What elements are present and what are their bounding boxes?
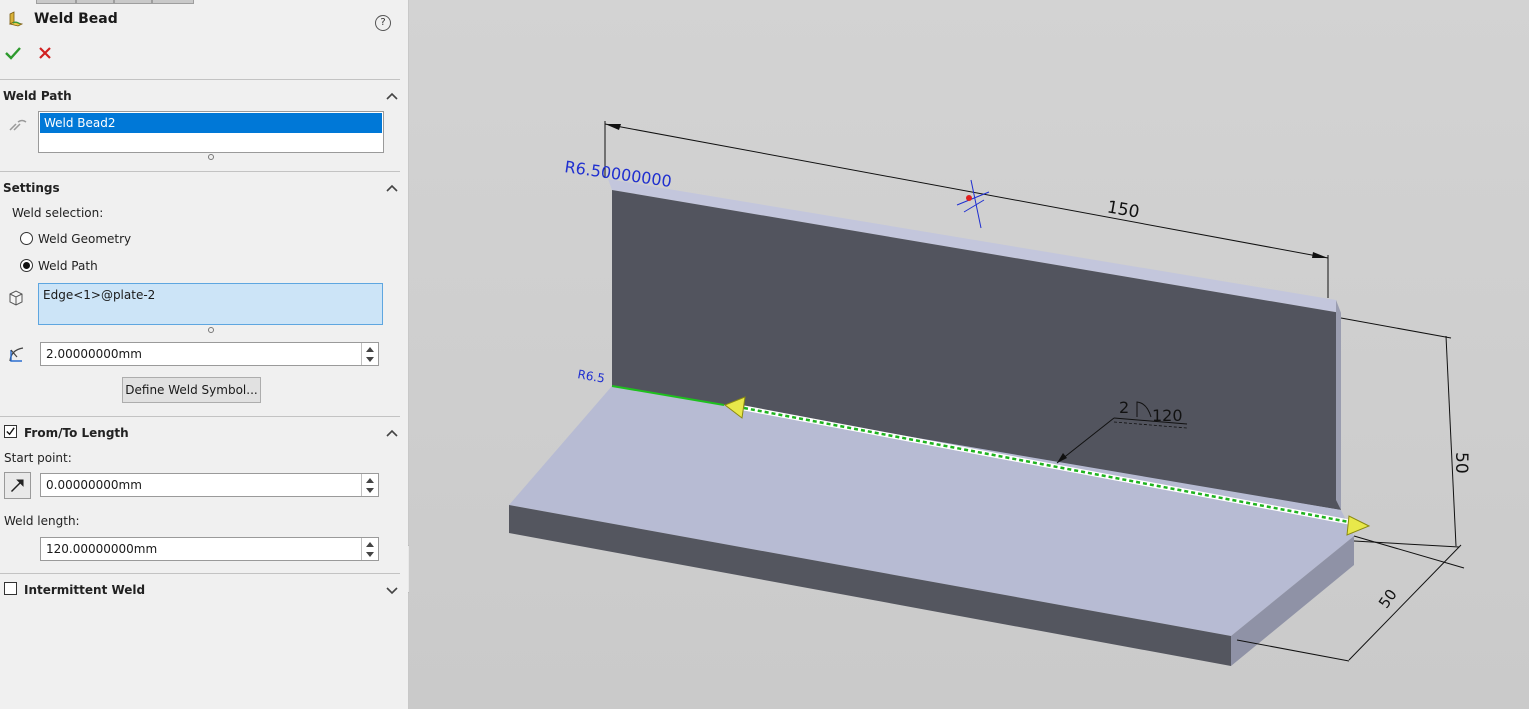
end-drag-arrow-icon[interactable] — [1346, 515, 1371, 536]
start-point-reverse-button[interactable] — [4, 472, 31, 499]
from-to-length-checkbox[interactable] — [4, 425, 17, 438]
collapse-chevron-up-icon[interactable] — [386, 428, 398, 438]
extension-line — [1340, 317, 1452, 339]
weld-length-input[interactable]: 120.00000000mm — [40, 537, 379, 561]
checkmark-icon — [6, 427, 15, 436]
origin-axis — [970, 179, 982, 229]
tab-property-manager[interactable] — [76, 0, 114, 4]
list-resize-grip[interactable] — [208, 154, 214, 160]
expand-chevron-down-icon[interactable] — [386, 585, 398, 595]
extension-line — [1353, 535, 1465, 569]
weld-selection-label: Weld selection: — [12, 206, 104, 220]
section-title-weld-path: Weld Path — [3, 89, 72, 103]
section-title-intermittent-weld[interactable]: Intermittent Weld — [24, 583, 145, 597]
property-manager-panel: Weld Bead ? Weld Path Weld Bead2 Setting… — [0, 0, 409, 709]
dimension-text-50-depth[interactable]: 50 — [1375, 586, 1401, 612]
list-item[interactable]: Weld Bead2 — [40, 113, 382, 133]
start-point-input[interactable]: 0.00000000mm — [40, 473, 379, 497]
section-title-from-to-length[interactable]: From/To Length — [24, 426, 129, 440]
list-item[interactable]: Edge<1>@plate-2 — [43, 288, 155, 302]
tab-configuration-manager[interactable] — [114, 0, 152, 4]
start-point-spinner[interactable] — [361, 474, 378, 496]
intermittent-weld-checkbox[interactable] — [4, 582, 17, 595]
divider — [0, 573, 400, 574]
collapse-chevron-up-icon[interactable] — [386, 91, 398, 101]
section-title-settings: Settings — [3, 181, 60, 195]
weld-symbol-size: 2 — [1119, 398, 1129, 417]
panel-title: Weld Bead — [34, 11, 118, 27]
origin-point-icon — [966, 195, 972, 201]
radius-label-bottom[interactable]: R6.5 — [576, 367, 605, 386]
panel-tabs — [36, 0, 196, 4]
radio-weld-path[interactable] — [20, 259, 33, 272]
bead-size-icon — [9, 347, 24, 362]
weld-length-value: 120.00000000mm — [46, 542, 158, 556]
tab-feature-manager[interactable] — [36, 0, 76, 4]
extension-line — [1236, 639, 1350, 662]
radio-weld-geometry-label[interactable]: Weld Geometry — [38, 232, 131, 246]
start-point-label: Start point: — [4, 451, 72, 465]
bead-size-value: 2.00000000mm — [46, 347, 142, 361]
bead-size-input[interactable]: 2.00000000mm — [40, 342, 379, 366]
weld-symbol-length: 120 — [1152, 406, 1183, 425]
weld-length-spinner[interactable] — [361, 538, 378, 560]
collapse-chevron-up-icon[interactable] — [386, 183, 398, 193]
weld-bead-icon — [8, 11, 24, 27]
model-view[interactable]: 150 50 50 R6.50000000 R6.5 2 120 — [409, 0, 1529, 709]
divider — [0, 171, 400, 172]
dimension-arrowhead — [1312, 252, 1328, 258]
list-resize-grip[interactable] — [208, 327, 214, 333]
arrow-icon — [10, 479, 24, 493]
cancel-x-icon[interactable] — [37, 45, 53, 61]
divider — [0, 416, 400, 417]
bead-size-spinner[interactable] — [361, 343, 378, 365]
divider — [0, 79, 400, 80]
weld-path-list[interactable]: Weld Bead2 — [38, 111, 384, 153]
tab-dimxpert[interactable] — [152, 0, 194, 4]
dimension-text-50-height[interactable]: 50 — [1451, 452, 1471, 474]
origin-axis — [956, 191, 990, 206]
dimension-line-50-height[interactable] — [1445, 335, 1457, 547]
origin-axis — [963, 199, 985, 213]
help-icon[interactable]: ? — [375, 15, 391, 31]
vertical-plate-side-face[interactable] — [1336, 300, 1341, 510]
dimension-arrowhead — [605, 124, 621, 130]
graphics-viewport[interactable]: 150 50 50 R6.50000000 R6.5 2 120 — [409, 0, 1529, 709]
dimension-line-50-depth[interactable] — [1348, 544, 1462, 661]
ok-checkmark-icon[interactable] — [4, 44, 22, 62]
panel-header: Weld Bead ? — [0, 8, 400, 34]
edge-selection-icon — [9, 290, 23, 306]
extension-line — [1353, 540, 1460, 548]
define-weld-symbol-button[interactable]: Define Weld Symbol... — [122, 377, 261, 403]
radio-weld-path-label[interactable]: Weld Path — [38, 259, 98, 273]
edge-selection-list[interactable]: Edge<1>@plate-2 — [38, 283, 383, 325]
dimension-text-150[interactable]: 150 — [1106, 197, 1141, 222]
weld-length-label: Weld length: — [4, 514, 80, 528]
weld-path-icon — [9, 119, 27, 131]
start-point-value: 0.00000000mm — [46, 478, 142, 492]
radio-weld-geometry[interactable] — [20, 232, 33, 245]
